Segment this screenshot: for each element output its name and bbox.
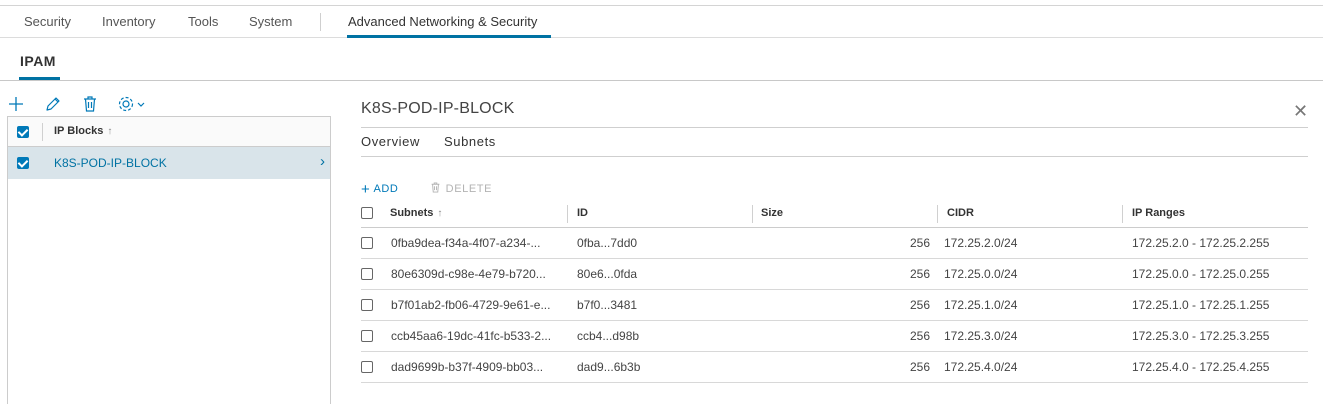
settings-icon[interactable] [117,94,151,114]
nav-system[interactable]: System [249,14,292,29]
top-nav: Security Inventory Tools System Advanced… [0,6,1323,38]
sort-arrow-icon: ↑ [437,208,443,219]
subnet-cidr: 172.25.2.0/24 [944,236,1018,250]
row-checkbox[interactable] [361,299,373,311]
sort-arrow-icon: ↑ [107,126,113,137]
nav-divider [320,13,321,31]
subnet-id: ccb4...d98b [577,329,640,343]
subnet-name: ccb45aa6-19dc-41fc-b533-2... [391,329,552,343]
subnet-cidr: 172.25.1.0/24 [944,298,1018,312]
subnet-id: 0fba...7dd0 [577,236,638,250]
subnet-name: b7f01ab2-fb06-4729-9e61-e... [391,298,551,312]
subnet-id: b7f0...3481 [577,298,638,312]
tabs-divider [361,156,1308,157]
row-checkbox[interactable] [361,268,373,280]
add-icon[interactable] [6,94,26,114]
subnets-header: Subnets ↑ ID Size CIDR IP Ranges [361,200,1308,228]
subnet-ip-range: 172.25.1.0 - 172.25.1.255 [1132,298,1270,312]
ip-blocks-column-header[interactable]: IP Blocks ↑ [54,125,112,137]
subnet-size: 256 [909,267,930,281]
trash-icon [431,182,440,193]
detail-title: K8S-POD-IP-BLOCK [361,100,515,117]
nav-security[interactable]: Security [24,14,71,29]
subnet-id: dad9...6b3b [577,360,641,374]
ip-block-row[interactable]: K8S-POD-IP-BLOCK › [8,147,330,179]
nav-inventory[interactable]: Inventory [102,14,155,29]
subnet-size: 256 [909,360,930,374]
ip-blocks-toolbar [0,94,330,116]
add-subnet-button[interactable]: + ADD [361,181,398,198]
subnet-cidr: 172.25.0.0/24 [944,267,1018,281]
subnet-size: 256 [909,298,930,312]
table-row[interactable]: b7f01ab2-fb06-4729-9e61-e... b7f0...3481… [361,290,1308,321]
row-checkbox[interactable] [361,237,373,249]
col-divider [1122,205,1123,223]
title-divider [361,127,1308,128]
subnet-cidr: 172.25.4.0/24 [944,360,1018,374]
table-row[interactable]: dad9699b-b37f-4909-bb03... dad9...6b3b 2… [361,352,1308,383]
select-all-subnets-checkbox[interactable] [361,207,373,219]
col-cidr[interactable]: CIDR [947,207,974,219]
row-checkbox[interactable] [17,157,29,169]
chevron-right-icon[interactable]: › [320,153,325,170]
col-divider [752,205,753,223]
header-divider [42,123,43,141]
subnet-id: 80e6...0fda [577,267,638,281]
subnet-ip-range: 172.25.0.0 - 172.25.0.255 [1132,267,1270,281]
subnet-ip-range: 172.25.3.0 - 172.25.3.255 [1132,329,1270,343]
ip-block-name[interactable]: K8S-POD-IP-BLOCK [54,156,167,170]
subnet-size: 256 [909,329,930,343]
subnet-size: 256 [909,236,930,250]
subnet-ip-range: 172.25.4.0 - 172.25.4.255 [1132,360,1270,374]
table-row[interactable]: 0fba9dea-f34a-4f07-a234-... 0fba...7dd0 … [361,228,1308,259]
sub-nav: IPAM [0,38,1323,81]
subnet-name: 0fba9dea-f34a-4f07-a234-... [391,236,541,250]
tab-ipam[interactable]: IPAM [20,53,56,69]
close-icon[interactable]: ✕ [1293,101,1308,122]
subnet-name: dad9699b-b37f-4909-bb03... [391,360,544,374]
col-subnets[interactable]: Subnets ↑ [390,207,442,219]
table-row[interactable]: 80e6309d-c98e-4e79-b720... 80e6...0fda 2… [361,259,1308,290]
select-all-checkbox[interactable] [17,126,29,138]
col-size[interactable]: Size [761,207,783,219]
ip-blocks-header: IP Blocks ↑ [8,117,330,147]
nav-advanced-networking[interactable]: Advanced Networking & Security [348,14,537,29]
ip-blocks-grid: IP Blocks ↑ K8S-POD-IP-BLOCK › [7,116,331,404]
subnet-ip-range: 172.25.2.0 - 172.25.2.255 [1132,236,1270,250]
col-divider [567,205,568,223]
table-row[interactable]: ccb45aa6-19dc-41fc-b533-2... ccb4...d98b… [361,321,1308,352]
tab-ipam-indicator [19,77,60,80]
delete-icon[interactable] [80,94,100,114]
subnet-name: 80e6309d-c98e-4e79-b720... [391,267,546,281]
edit-icon[interactable] [43,94,63,114]
row-checkbox[interactable] [361,330,373,342]
col-divider [937,205,938,223]
tab-overview[interactable]: Overview [361,134,420,149]
subnet-cidr: 172.25.3.0/24 [944,329,1018,343]
tab-subnets[interactable]: Subnets [444,134,496,149]
plus-icon: + [361,181,371,198]
delete-subnet-button[interactable]: DELETE [429,181,492,195]
col-id[interactable]: ID [577,207,588,219]
nav-tools[interactable]: Tools [188,14,218,29]
row-checkbox[interactable] [361,361,373,373]
col-ip-ranges[interactable]: IP Ranges [1132,207,1185,219]
